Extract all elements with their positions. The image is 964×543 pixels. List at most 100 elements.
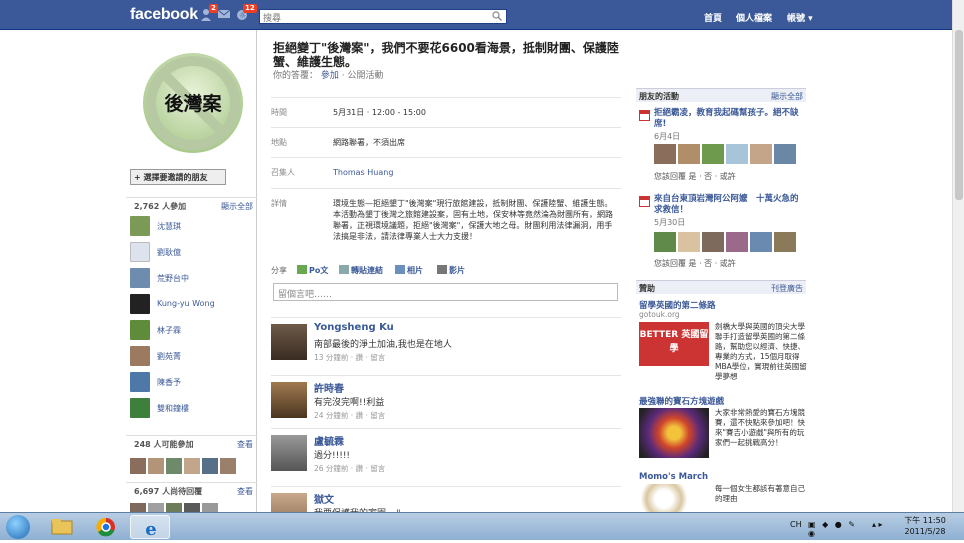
notifications-badge: 12 bbox=[243, 4, 257, 13]
event-title: 拒絕變丁"後灣案"，我們不要花6600看海景，抵制財團、保護陸蟹、維護生態。 bbox=[273, 41, 619, 69]
calendar-icon bbox=[639, 110, 650, 121]
guest-item[interactable]: 林子霖 bbox=[130, 320, 255, 340]
avatar[interactable] bbox=[271, 435, 307, 471]
friend-requests-icon[interactable]: 2 bbox=[201, 4, 218, 21]
post-author[interactable]: Yongsheng Ku bbox=[314, 322, 394, 333]
guest-item[interactable]: Kung-yu Wong bbox=[130, 294, 255, 314]
rsvp-status: 你的答覆： 參加 · 公開活動 bbox=[273, 71, 384, 81]
event-guest-thumbs bbox=[654, 232, 796, 252]
facebook-logo[interactable]: facebook bbox=[130, 6, 198, 24]
nav-account[interactable]: 帳號 ▾ bbox=[787, 11, 813, 24]
guest-item[interactable]: 沈慧琪 bbox=[130, 216, 255, 236]
avatar bbox=[130, 294, 150, 314]
info-row-location: 地點 網路聯署，不須出席 bbox=[271, 127, 621, 157]
event-link[interactable]: 來自台東頂岩灣阿公阿嬤 十萬火急的求救信！ bbox=[654, 194, 804, 216]
event-rsvp-links[interactable]: 您該回覆 是 · 否 · 或許 bbox=[654, 171, 736, 182]
organizer-link[interactable]: Thomas Huang bbox=[333, 167, 618, 178]
search-input[interactable]: 搜尋 bbox=[259, 9, 507, 24]
post-author[interactable]: 獄文 bbox=[314, 491, 334, 506]
event-rsvp-links[interactable]: 您該回覆 是 · 否 · 或許 bbox=[654, 258, 736, 269]
see-awaiting-link[interactable]: 查看 bbox=[237, 486, 253, 497]
input-language-indicator[interactable]: CH bbox=[790, 520, 802, 529]
maybe-header: 248 人可能參加 查看 bbox=[126, 435, 257, 449]
nav-profile[interactable]: 個人檔案 bbox=[736, 11, 772, 24]
guest-item[interactable]: 劉耿億 bbox=[130, 242, 255, 262]
event-guest-thumbs bbox=[654, 144, 796, 164]
guest-item[interactable]: 陳香予 bbox=[130, 372, 255, 392]
avatar bbox=[130, 346, 150, 366]
explorer-taskbar-button[interactable] bbox=[42, 515, 82, 539]
page-scrollbar[interactable] bbox=[952, 0, 964, 512]
sponsored-ad[interactable]: 留學英國的第二條路 gotouk.org BETTER 英國留學 劍橋大學與英國… bbox=[639, 299, 807, 394]
share-video-button[interactable]: 影片 bbox=[437, 265, 465, 276]
event-picture[interactable]: 後灣案 bbox=[140, 50, 246, 156]
ad-image[interactable]: BETTER 英國留學 bbox=[639, 322, 709, 366]
info-row-organizer: 召集人 Thomas Huang bbox=[271, 157, 621, 187]
avatar[interactable] bbox=[271, 382, 307, 418]
info-row-details: 詳情 環境生態—拒絕墾丁"後灣案"現行旅館建設，抵制財團、保護陸蟹、維護生態。本活… bbox=[271, 188, 621, 260]
notifications-icon[interactable]: ☼ 12 bbox=[235, 4, 257, 21]
taskbar-clock[interactable]: 下午 11:50 2011/5/28 bbox=[900, 515, 950, 537]
event-link[interactable]: 拒絕霸凌，教育我起碼幫孩子。絕不缺席! bbox=[654, 108, 804, 130]
show-all-events-link[interactable]: 顯示全部 bbox=[771, 91, 803, 102]
messages-icon[interactable] bbox=[217, 8, 231, 21]
avatar[interactable] bbox=[271, 324, 307, 360]
nav-home[interactable]: 首頁 bbox=[704, 11, 722, 24]
share-photo-button[interactable]: 相片 bbox=[395, 265, 423, 276]
show-hidden-icons[interactable]: ▴ ▸ bbox=[872, 520, 883, 529]
wall-post: 盧毓霖 過分!!!!! 26 分鐘前 · 讚 · 留言 bbox=[271, 428, 621, 486]
see-maybe-link[interactable]: 查看 bbox=[237, 439, 253, 450]
chrome-taskbar-button[interactable] bbox=[86, 515, 126, 539]
start-button[interactable] bbox=[6, 515, 30, 539]
svg-text:e: e bbox=[145, 519, 156, 540]
ie-taskbar-button[interactable]: e bbox=[130, 515, 170, 540]
post-author[interactable]: 許時春 bbox=[314, 380, 344, 395]
search-icon[interactable] bbox=[492, 11, 502, 21]
invite-friends-button[interactable]: + 選擇要邀請的朋友 bbox=[130, 169, 226, 185]
wall-post: 許時春 有完沒完啊!!利益 24 分鐘前 · 讚 · 留言 bbox=[271, 375, 621, 427]
scrollbar-thumb[interactable] bbox=[955, 30, 963, 200]
link-icon bbox=[339, 265, 349, 274]
windows-taskbar: e CH ▣ ◆ ● ✎ ◉ ▴ ▸ 下午 11:50 2011/5/28 bbox=[0, 512, 964, 540]
ad-image[interactable] bbox=[639, 484, 689, 514]
share-link-button[interactable]: 轉貼連結 bbox=[339, 265, 383, 276]
awaiting-header: 6,697 人尚待回覆 查看 bbox=[126, 482, 257, 496]
rsvp-answer-link[interactable]: 參加 bbox=[321, 71, 339, 81]
share-bar: 分享 Po文 轉貼連結 相片 影片 bbox=[271, 265, 465, 276]
post-meta[interactable]: 26 分鐘前 · 讚 · 留言 bbox=[314, 463, 385, 474]
share-post-button[interactable]: Po文 bbox=[297, 265, 328, 276]
avatar bbox=[130, 242, 150, 262]
post-icon bbox=[297, 265, 307, 274]
avatar bbox=[130, 320, 150, 340]
photo-icon bbox=[395, 265, 405, 274]
post-meta[interactable]: 24 分鐘前 · 讚 · 留言 bbox=[314, 410, 385, 421]
sponsored-ad[interactable]: Momo's March 每一個女生都該有著意自己的理由 bbox=[639, 472, 805, 514]
avatar bbox=[130, 216, 150, 236]
friends-events-header: 朋友的活動 顯示全部 bbox=[636, 88, 806, 102]
attending-header: 2,762 人參加 顯示全部 bbox=[126, 197, 257, 211]
post-text: 過分!!!!! bbox=[314, 451, 351, 461]
post-meta[interactable]: 13 分鐘前 · 讚 · 留言 bbox=[314, 352, 385, 363]
search-placeholder: 搜尋 bbox=[263, 14, 282, 24]
tray-icons[interactable]: ▣ ◆ ● ✎ ◉ bbox=[808, 520, 868, 538]
facebook-top-bar: facebook 2 ☼ 12 搜尋 首頁 個人檔案 帳號 ▾ bbox=[0, 0, 964, 30]
friend-event: 拒絕霸凌，教育我起碼幫孩子。絕不缺席! 6月4日 您該回覆 是 · 否 · 或許 bbox=[639, 108, 804, 183]
left-column: 後灣案 + 選擇要邀請的朋友 2,762 人參加 顯示全部 沈慧琪 劉耿億 荒野… bbox=[126, 30, 257, 520]
guest-item[interactable]: 劉苑菁 bbox=[130, 346, 255, 366]
calendar-icon bbox=[639, 196, 650, 207]
guest-item[interactable]: 雙和鐘樓 bbox=[130, 398, 255, 418]
avatar bbox=[130, 268, 150, 288]
wall-comment-input[interactable]: 留個言吧…… bbox=[273, 283, 618, 301]
post-text: 有完沒完啊!!利益 bbox=[314, 398, 385, 408]
ad-image[interactable] bbox=[639, 408, 709, 458]
see-all-attending-link[interactable]: 顯示全部 bbox=[221, 201, 253, 212]
post-author[interactable]: 盧毓霖 bbox=[314, 433, 344, 448]
create-ad-link[interactable]: 刊登廣告 bbox=[771, 283, 803, 294]
wall-post: Yongsheng Ku 南部最後的淨土加油,我也是在地人 13 分鐘前 · 讚… bbox=[271, 317, 621, 375]
info-row-time: 時間 5月31日 · 12:00 - 15:00 bbox=[271, 97, 621, 127]
svg-text:後灣案: 後灣案 bbox=[164, 92, 222, 115]
avatar bbox=[130, 372, 150, 392]
video-icon bbox=[437, 265, 447, 274]
guest-item[interactable]: 荒野台中 bbox=[130, 268, 255, 288]
sponsored-ad[interactable]: 最強聯的寶石方塊遊戲 大家非常熱愛的寶石方塊競賽，還不快點來參加吧！快來"賽吉小… bbox=[639, 395, 805, 467]
